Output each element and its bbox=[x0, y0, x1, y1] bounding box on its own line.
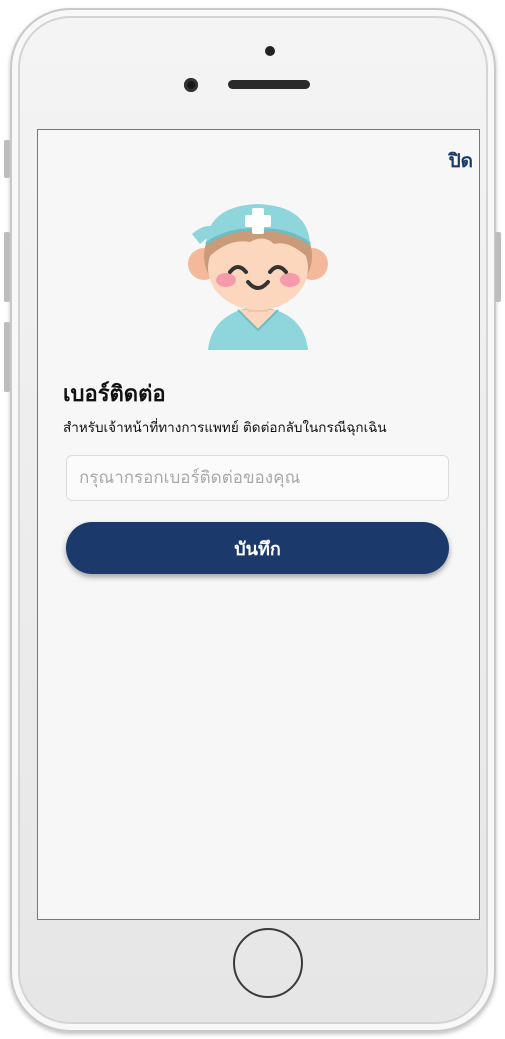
close-button[interactable]: ปิด bbox=[449, 146, 473, 176]
earpiece-speaker bbox=[228, 80, 310, 89]
dialog-title: เบอร์ติดต่อ bbox=[63, 382, 166, 407]
proximity-sensor bbox=[265, 46, 275, 56]
volume-down-button bbox=[4, 322, 10, 392]
home-button[interactable] bbox=[233, 928, 303, 998]
power-button bbox=[495, 232, 501, 302]
phone-number-input[interactable] bbox=[66, 455, 449, 501]
nurse-avatar-icon bbox=[188, 204, 328, 350]
front-camera bbox=[184, 78, 198, 92]
mute-switch bbox=[4, 140, 10, 178]
app-screen: ปิด เบอร์ติดต่อ สำหรับเจ้าหน้าที่ทางการแ… bbox=[37, 129, 480, 920]
save-button[interactable]: บันทึก bbox=[66, 522, 449, 574]
dialog-subtitle: สำหรับเจ้าหน้าที่ทางการแพทย์ ติดต่อกลับใ… bbox=[63, 420, 387, 436]
volume-up-button bbox=[4, 232, 10, 302]
